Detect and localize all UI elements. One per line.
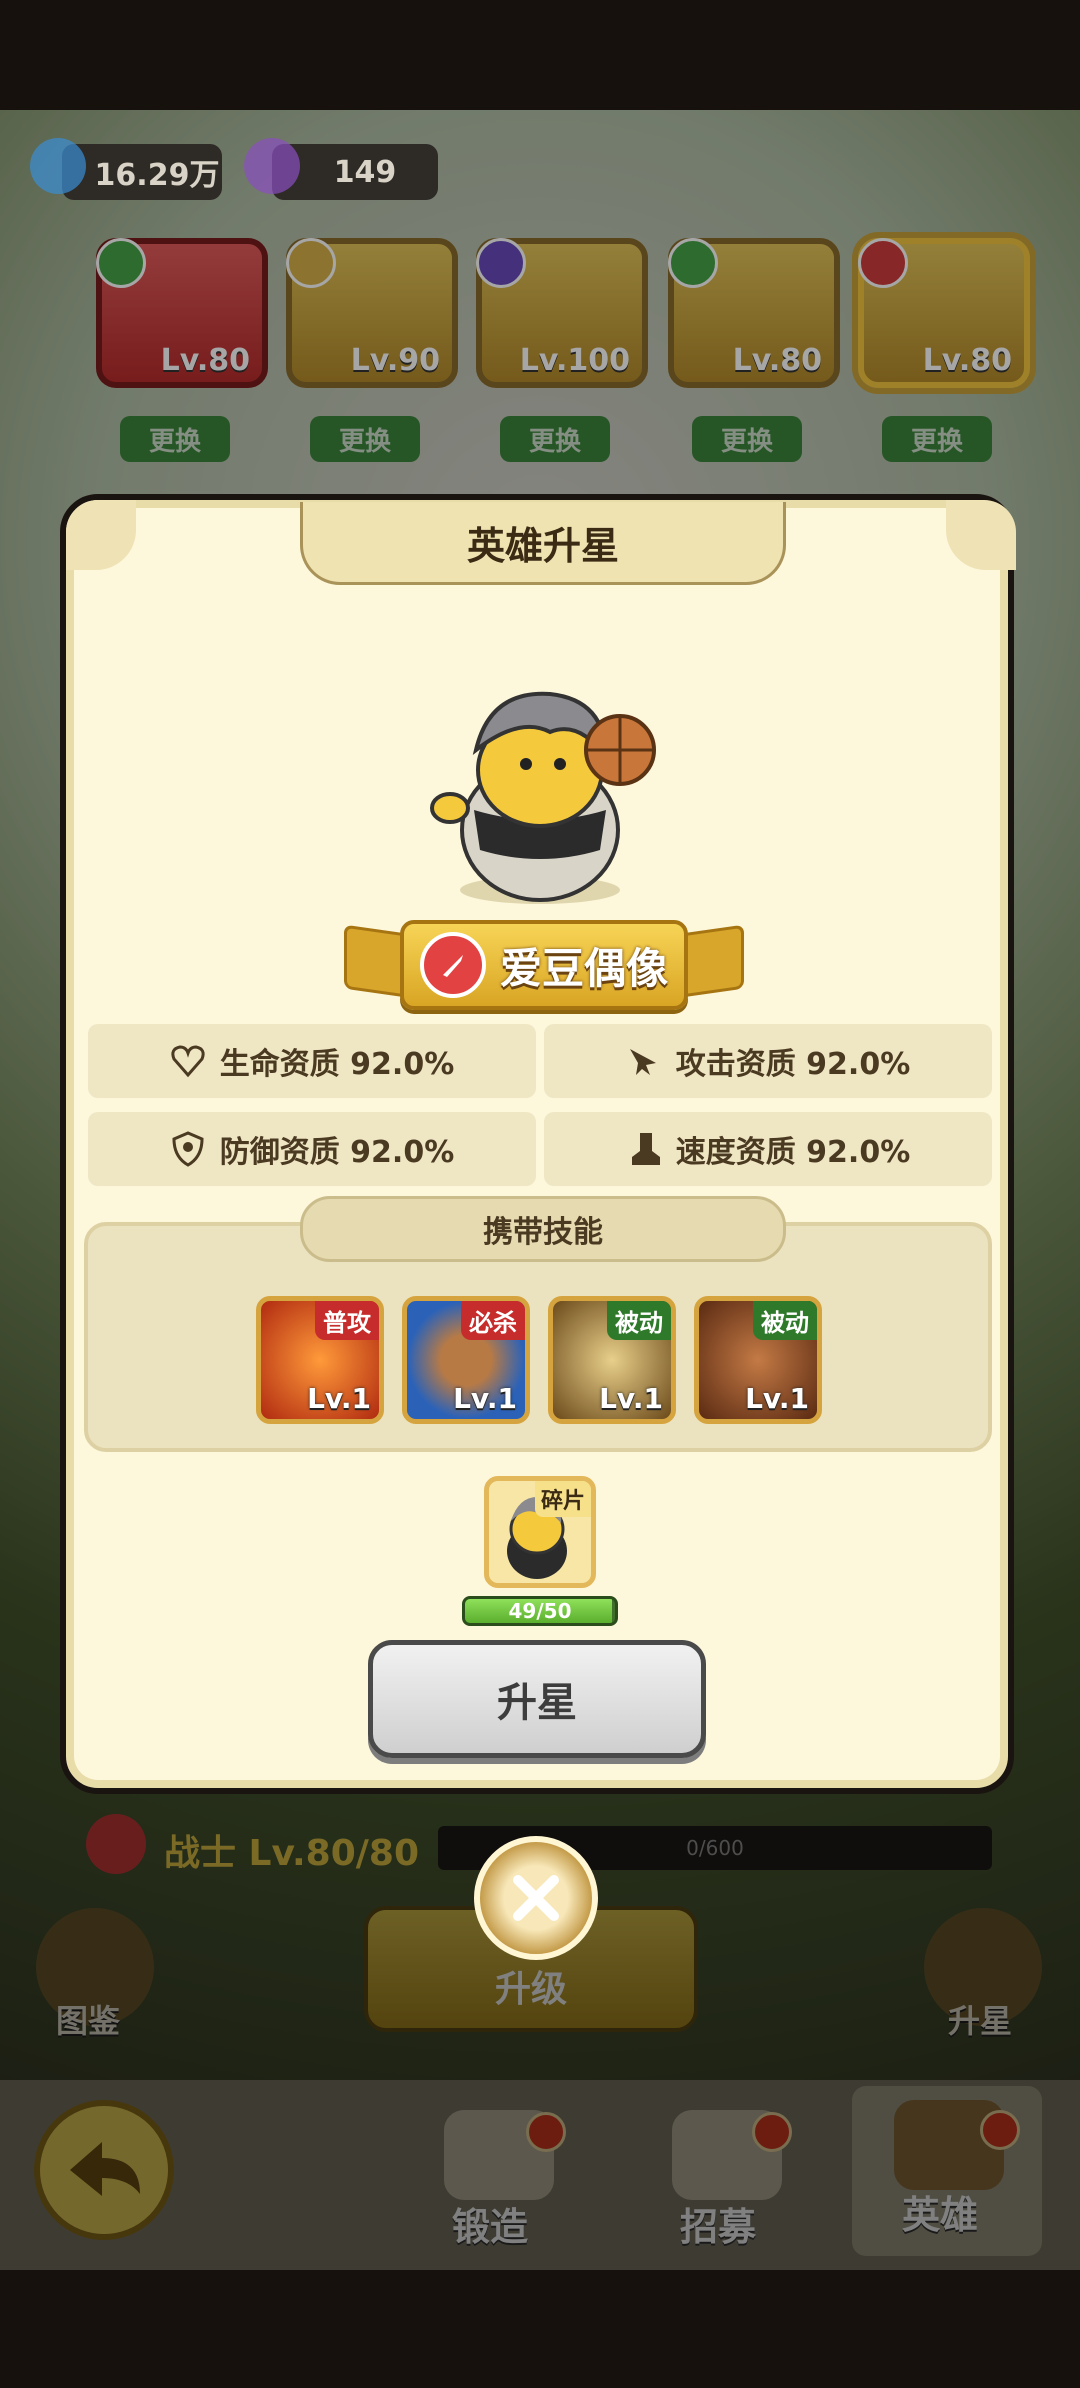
modal-title-text: 英雄升星 — [466, 523, 619, 568]
purple-gem-icon — [244, 138, 300, 194]
codex-label: 图鉴 — [56, 2002, 121, 2040]
nav-forge[interactable]: 锻造 — [452, 2196, 528, 2251]
hero-slot-1[interactable]: Lv.80 — [96, 238, 268, 388]
class-badge-icon — [286, 238, 336, 288]
hero-portrait — [430, 680, 670, 910]
warrior-class-icon — [86, 1814, 146, 1874]
stat-speed-label: 速度资质 92.0% — [675, 1135, 911, 1170]
star-up-button[interactable]: 升星 — [368, 1640, 706, 1758]
boot-icon — [631, 1133, 660, 1165]
water-currency[interactable]: 16.29万 — [62, 144, 222, 200]
skill-tag: 必杀 — [461, 1301, 525, 1340]
water-drop-icon — [30, 138, 86, 194]
water-currency-value: 16.29万 — [94, 158, 220, 193]
class-badge-icon — [96, 238, 146, 288]
hero-slot-level: Lv.100 — [519, 343, 630, 378]
bottom-bar-background — [0, 2270, 1080, 2388]
fragment-tag: 碎片 — [534, 1481, 591, 1517]
skill-tag: 被动 — [753, 1301, 817, 1340]
hero-name: 爱豆偶像 — [499, 943, 668, 993]
skill-passive-1[interactable]: 被动 Lv.1 — [548, 1296, 676, 1424]
stat-hp: 生命资质 92.0% — [88, 1024, 536, 1098]
xp-text: 0/600 — [686, 1836, 744, 1860]
modal-title: 英雄升星 — [300, 502, 786, 585]
fragment-progress-text: 49/50 — [508, 1599, 572, 1623]
hero-slot-5[interactable]: Lv.80 — [858, 238, 1030, 388]
hero-slot-level: Lv.80 — [160, 343, 250, 378]
hero-slot-level: Lv.80 — [732, 343, 822, 378]
skill-level: Lv.1 — [307, 1382, 371, 1415]
fragment-progress-bar: 49/50 — [462, 1596, 618, 1626]
attack-icon — [629, 1049, 656, 1075]
change-button-5[interactable]: 更换 — [882, 416, 992, 462]
recruit-notification-dot — [752, 2112, 792, 2152]
skill-tag: 普攻 — [315, 1301, 379, 1340]
skill-passive-2[interactable]: 被动 Lv.1 — [694, 1296, 822, 1424]
skills-title: 携带技能 — [300, 1196, 786, 1262]
change-button-2[interactable]: 更换 — [310, 416, 420, 462]
skill-level: Lv.1 — [599, 1382, 663, 1415]
stat-attack-label: 攻击资质 92.0% — [675, 1047, 911, 1082]
upgrade-label: 升级 — [494, 1969, 567, 2010]
class-badge-icon — [858, 238, 908, 288]
skill-tag: 被动 — [607, 1301, 671, 1340]
ascend-label: 升星 — [948, 2002, 1013, 2040]
class-badge-icon — [476, 238, 526, 288]
nav-recruit[interactable]: 招募 — [680, 2196, 756, 2251]
heart-icon — [171, 1045, 205, 1078]
skill-level: Lv.1 — [453, 1382, 517, 1415]
hero-slot-4[interactable]: Lv.80 — [668, 238, 840, 388]
hero-name-banner: 爱豆偶像 — [400, 920, 688, 1010]
gem-currency-value: 149 — [333, 154, 397, 190]
back-button[interactable] — [34, 2100, 174, 2240]
hero-slot-2[interactable]: Lv.90 — [286, 238, 458, 388]
close-button[interactable] — [474, 1836, 598, 1960]
hero-slot-3[interactable]: Lv.100 — [476, 238, 648, 388]
star-up-label: 升星 — [497, 1680, 577, 1726]
forge-notification-dot — [526, 2112, 566, 2152]
hero-slot-level: Lv.90 — [350, 343, 440, 378]
hero-fragment[interactable]: 碎片 — [484, 1476, 596, 1588]
stat-attack: 攻击资质 92.0% — [544, 1024, 992, 1098]
nav-hero[interactable]: 英雄 — [902, 2184, 978, 2239]
class-badge-icon — [668, 238, 718, 288]
hero-slot-level: Lv.80 — [922, 343, 1012, 378]
stat-speed: 速度资质 92.0% — [544, 1112, 992, 1186]
skills-title-text: 携带技能 — [483, 1215, 603, 1250]
stat-defense: 防御资质 92.0% — [88, 1112, 536, 1186]
change-button-4[interactable]: 更换 — [692, 416, 802, 462]
stat-hp-label: 生命资质 92.0% — [219, 1047, 455, 1082]
class-level-label: 战士 Lv.80/80 — [164, 1833, 420, 1874]
change-button-1[interactable]: 更换 — [120, 416, 230, 462]
stat-defense-label: 防御资质 92.0% — [219, 1135, 455, 1170]
top-bar-background — [0, 0, 1080, 110]
back-arrow-icon — [70, 2142, 140, 2196]
skill-level: Lv.1 — [745, 1382, 809, 1415]
skill-ultimate[interactable]: 必杀 Lv.1 — [402, 1296, 530, 1424]
hero-notification-dot — [980, 2110, 1020, 2150]
shield-icon — [172, 1131, 204, 1167]
skill-normal-attack[interactable]: 普攻 Lv.1 — [256, 1296, 384, 1424]
sword-icon — [419, 932, 486, 998]
change-button-3[interactable]: 更换 — [500, 416, 610, 462]
close-icon — [513, 1875, 559, 1921]
